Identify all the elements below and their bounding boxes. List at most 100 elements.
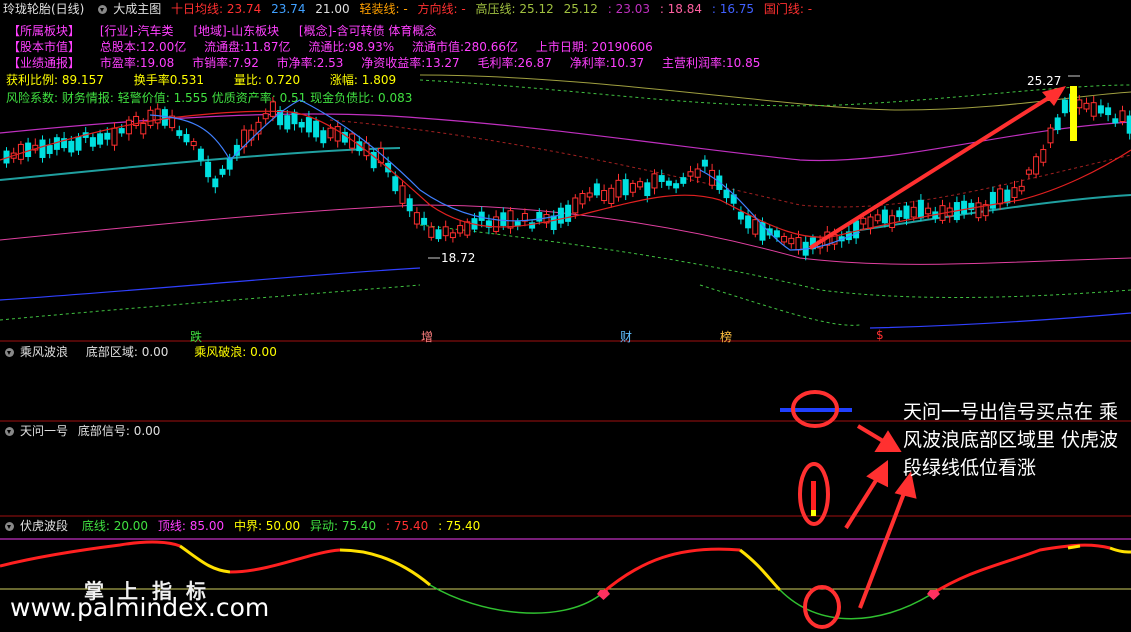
candle-body [507,210,514,229]
wave-yellow-1 [179,544,231,574]
candle-body [586,192,593,198]
candle-body [457,225,464,234]
candle-body [291,111,298,125]
candle-body [651,173,658,189]
candle-body [874,214,881,222]
candle-body [925,207,932,215]
candle-body [1126,115,1131,134]
candle-body [694,168,701,178]
red-dashed-line [329,119,1131,208]
candle-body [989,191,996,209]
diamond-icon [597,590,610,600]
watermark-url: www.palmindex.com [10,593,270,622]
wave-green-2 [779,589,931,620]
candle-body [896,210,903,218]
candle-body [622,179,629,196]
candle-body [305,117,312,133]
candle-body [428,226,435,238]
high-price-label: 25.27 [1027,74,1062,88]
panel-3-value-red: : 75.40 [386,519,429,533]
candle-body [464,221,471,236]
candlesticks [3,86,1131,261]
candle-body [673,183,680,189]
candle-body [500,212,507,226]
wave-yellow-5 [1109,546,1131,554]
candle-body [190,141,197,147]
candle-body [298,121,305,128]
candle-body [903,205,910,219]
candle-body [478,211,485,221]
candle-body [406,198,413,212]
candle-body [917,199,924,219]
candle-body [910,206,917,218]
candle-body [550,215,557,230]
candle-body [615,179,622,198]
candle-body [140,122,147,135]
candle-body [399,185,406,204]
panel-2-header: 天问一号 底部信号: 0.00 [1,424,166,439]
candle-body [111,127,118,146]
wave-red-3 [599,547,741,597]
panel-3-dropdown-icon[interactable] [5,522,14,531]
candle-body [601,190,608,202]
candle-body [1011,187,1018,198]
candle-body [97,133,104,145]
panel-3-bottom-line: 底线: 20.00 [81,519,149,533]
marker-dollar: $ [876,328,884,342]
candle-body [1033,156,1040,175]
candle-body [421,217,428,225]
marker-finance: 财 [620,330,633,344]
panel-1-field-2: 乘风破浪: 0.00 [194,345,277,359]
candle-body [104,132,111,140]
candle-body [197,148,204,161]
blue-band-line-right [869,312,1131,329]
highlight-circle-3 [803,585,841,629]
panel-3-value-yellow: : 75.40 [438,519,481,533]
highlight-candle [1070,86,1077,141]
panel-1-dropdown-icon[interactable] [5,348,14,357]
candle-body [118,128,125,134]
candle-body [701,159,708,167]
candle-body [327,127,334,139]
panel-2-dropdown-icon[interactable] [5,427,14,436]
candle-body [46,145,53,154]
candle-body [795,237,802,251]
panel-2-name[interactable]: 天问一号 [20,424,68,438]
candle-body [176,130,183,136]
panel-3-name[interactable]: 伏虎波段 [20,519,68,533]
candle-body [442,226,449,237]
candle-body [565,204,572,222]
wave-yellow-4 [1067,544,1081,550]
candle-body [219,168,226,175]
panel-3-mid-line: 中界: 50.00 [233,519,301,533]
candle-body [1004,189,1011,204]
marker-increase: 增 [421,330,434,344]
green-dashed-low [699,284,861,326]
candle-body [212,178,219,188]
candle-body [889,215,896,228]
candle-body [1025,169,1032,175]
panel-1-field-1: 底部区域: 0.00 [85,345,169,359]
ma10-red-line [0,110,1131,238]
candle-body [644,182,651,197]
candle-body [781,235,788,243]
candle-body [637,181,644,188]
wave-red-4 [929,543,1111,597]
candle-body [593,183,600,196]
low-price-label: 18.72 [441,251,476,265]
candle-body [262,113,269,120]
candle-body [1097,105,1104,114]
candle-body [737,211,744,220]
candle-body [1105,107,1112,116]
panel-1-name[interactable]: 乘风波浪 [20,345,68,359]
candle-body [435,229,442,240]
candle-body [1061,99,1068,114]
candle-body [161,109,168,126]
chart-canvas[interactable] [0,0,1131,632]
candle-body [147,109,154,126]
bottom-signal-bar-tip [811,510,816,516]
candle-body [773,230,780,238]
candle-body [17,143,24,160]
candle-body [687,171,694,177]
candle-body [579,193,586,205]
